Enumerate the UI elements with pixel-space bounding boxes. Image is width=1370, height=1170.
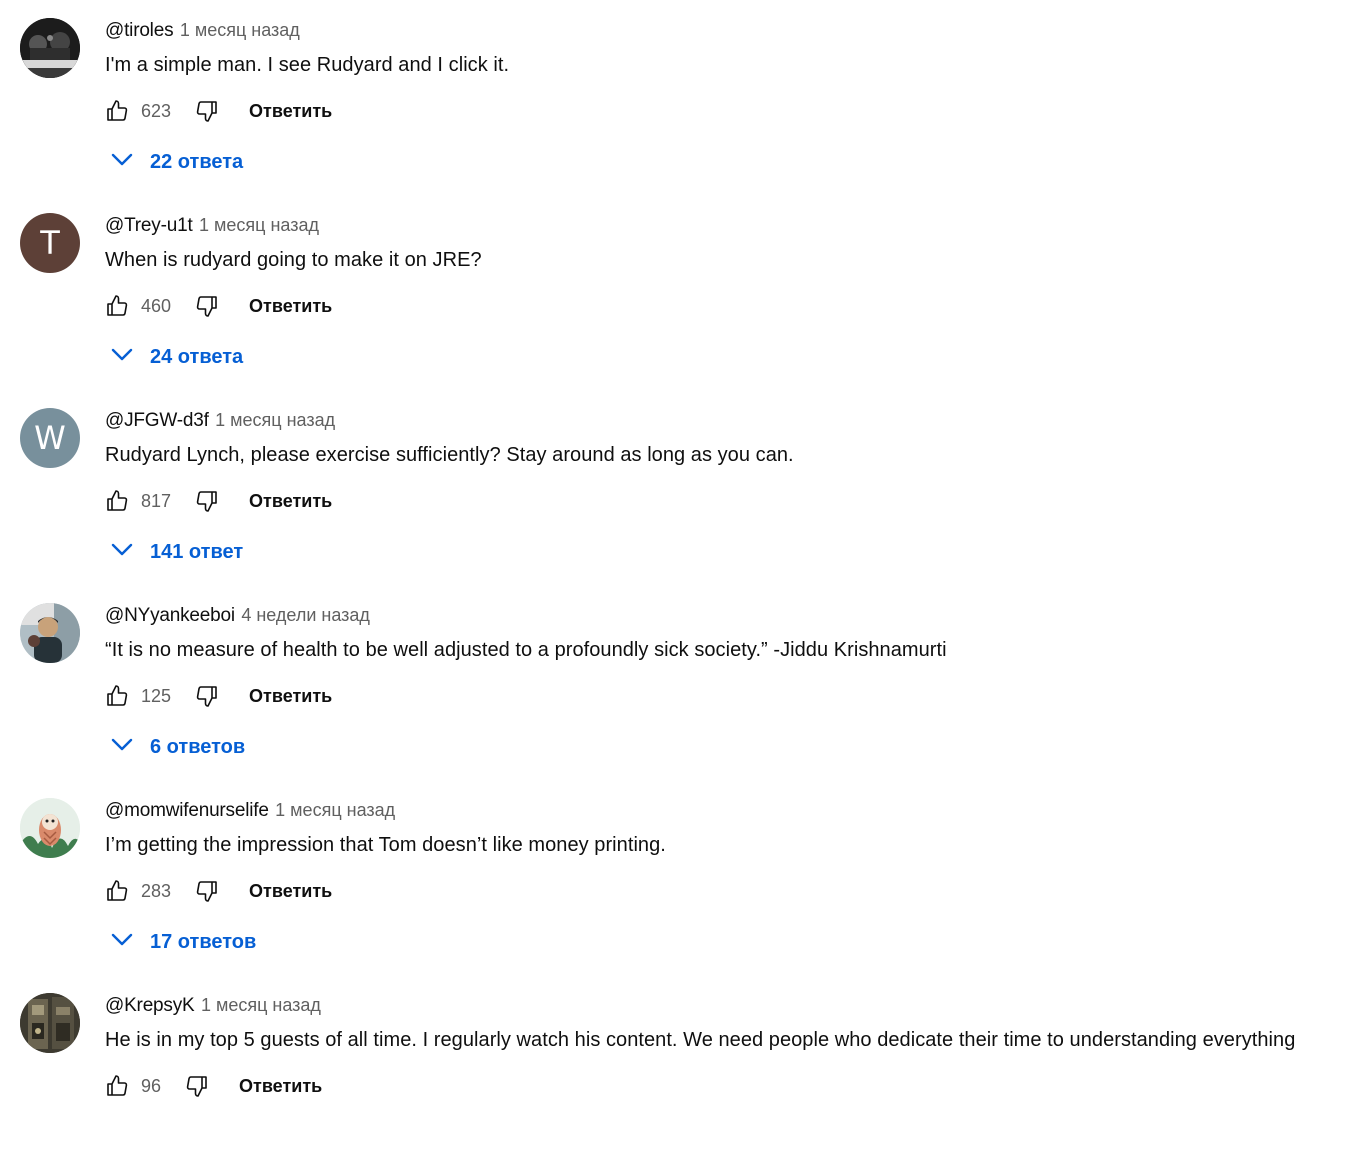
replies-count: 22 ответа xyxy=(150,150,244,173)
avatar[interactable] xyxy=(20,993,80,1053)
comment-author[interactable]: @tiroles xyxy=(105,20,174,41)
chevron-down-icon xyxy=(108,536,136,569)
comment-thread: @NYyankeeboi 4 недели назад “It is no me… xyxy=(0,585,1370,780)
comment-time[interactable]: 1 месяц назад xyxy=(180,20,300,40)
thumb-down-icon[interactable] xyxy=(195,293,219,319)
comment-author[interactable]: @momwifenurselife xyxy=(105,800,269,821)
show-replies-button[interactable]: 24 ответа xyxy=(108,343,243,371)
thumb-down-icon[interactable] xyxy=(195,878,219,904)
comment-thread: W @JFGW-d3f 1 месяц назад Rudyard Lynch,… xyxy=(0,390,1370,585)
reply-button[interactable]: Ответить xyxy=(249,296,332,317)
thumb-down-icon[interactable] xyxy=(185,1073,209,1099)
comment-time[interactable]: 1 месяц назад xyxy=(215,410,335,430)
comment-author[interactable]: @Trey-u1t xyxy=(105,215,193,236)
comment-actions: 96 Ответить xyxy=(105,1072,322,1100)
show-replies-button[interactable]: 17 ответов xyxy=(108,928,256,956)
like-count: 125 xyxy=(141,685,172,706)
replies-count: 6 ответов xyxy=(150,735,246,758)
replies-count: 141 ответ xyxy=(150,540,244,563)
thumb-up-icon[interactable] xyxy=(105,488,129,514)
comment-actions: 125 Ответить xyxy=(105,682,332,710)
comment-text: I'm a simple man. I see Rudyard and I cl… xyxy=(105,54,510,76)
show-replies-button[interactable]: 22 ответа xyxy=(108,148,243,176)
comment-text: He is in my top 5 guests of all time. I … xyxy=(105,1029,1296,1051)
avatar[interactable]: W xyxy=(20,408,80,468)
show-replies-button[interactable]: 141 ответ xyxy=(108,538,243,566)
thumb-down-icon[interactable] xyxy=(195,683,219,709)
reply-button[interactable]: Ответить xyxy=(249,491,332,512)
like-count: 460 xyxy=(141,295,172,316)
comment-actions: 283 Ответить xyxy=(105,877,332,905)
comment-time[interactable]: 1 месяц назад xyxy=(199,215,319,235)
avatar[interactable] xyxy=(20,798,80,858)
chevron-down-icon xyxy=(108,341,136,374)
chevron-down-icon xyxy=(108,146,136,179)
comment-header: @JFGW-d3f 1 месяц назад xyxy=(105,410,335,432)
chevron-down-icon xyxy=(108,731,136,764)
comment-text: When is rudyard going to make it on JRE? xyxy=(105,249,482,271)
like-count: 283 xyxy=(141,880,172,901)
comment-header: @tiroles 1 месяц назад xyxy=(105,20,300,42)
comment-thread: T @Trey-u1t 1 месяц назад When is rudyar… xyxy=(0,195,1370,390)
comment-text: “It is no measure of health to be well a… xyxy=(105,639,947,661)
comment-actions: 817 Ответить xyxy=(105,487,332,515)
thumb-up-icon[interactable] xyxy=(105,293,129,319)
avatar[interactable]: T xyxy=(20,213,80,273)
thumb-up-icon[interactable] xyxy=(105,878,129,904)
comment-header: @Trey-u1t 1 месяц назад xyxy=(105,215,319,237)
thumb-up-icon[interactable] xyxy=(105,683,129,709)
avatar-letter: T xyxy=(40,224,60,262)
reply-button[interactable]: Ответить xyxy=(249,686,332,707)
like-count: 96 xyxy=(141,1075,162,1096)
thumb-down-icon[interactable] xyxy=(195,488,219,514)
chevron-down-icon xyxy=(108,926,136,959)
reply-button[interactable]: Ответить xyxy=(239,1076,322,1097)
comment-header: @momwifenurselife 1 месяц назад xyxy=(105,800,395,822)
avatar-letter: W xyxy=(34,419,66,457)
like-count: 817 xyxy=(141,490,172,511)
thumb-down-icon[interactable] xyxy=(195,98,219,124)
comment-time[interactable]: 4 недели назад xyxy=(241,605,370,625)
comment-time[interactable]: 1 месяц назад xyxy=(275,800,395,820)
thumb-up-icon[interactable] xyxy=(105,98,129,124)
replies-count: 24 ответа xyxy=(150,345,244,368)
comment-thread: @KrepsyK 1 месяц назад He is in my top 5… xyxy=(0,975,1370,1170)
comment-author[interactable]: @JFGW-d3f xyxy=(105,410,209,431)
comment-header: @KrepsyK 1 месяц назад xyxy=(105,995,321,1017)
comment-thread: @tiroles 1 месяц назад I'm a simple man.… xyxy=(0,0,1370,195)
avatar[interactable] xyxy=(20,18,80,78)
comment-text: I’m getting the impression that Tom does… xyxy=(105,834,666,856)
replies-count: 17 ответов xyxy=(150,930,257,953)
comment-author[interactable]: @NYyankeeboi xyxy=(105,605,235,626)
reply-button[interactable]: Ответить xyxy=(249,881,332,902)
comment-header: @NYyankeeboi 4 недели назад xyxy=(105,605,370,627)
show-replies-button[interactable]: 6 ответов xyxy=(108,733,245,761)
comment-time[interactable]: 1 месяц назад xyxy=(201,995,321,1015)
avatar[interactable] xyxy=(20,603,80,663)
thumb-up-icon[interactable] xyxy=(105,1073,129,1099)
comment-actions: 460 Ответить xyxy=(105,292,332,320)
comment-author[interactable]: @KrepsyK xyxy=(105,995,195,1016)
like-count: 623 xyxy=(141,100,172,121)
reply-button[interactable]: Ответить xyxy=(249,101,332,122)
comment-thread: @momwifenurselife 1 месяц назад I’m gett… xyxy=(0,780,1370,975)
comment-text: Rudyard Lynch, please exercise sufficien… xyxy=(105,444,794,466)
comment-actions: 623 Ответить xyxy=(105,97,332,125)
